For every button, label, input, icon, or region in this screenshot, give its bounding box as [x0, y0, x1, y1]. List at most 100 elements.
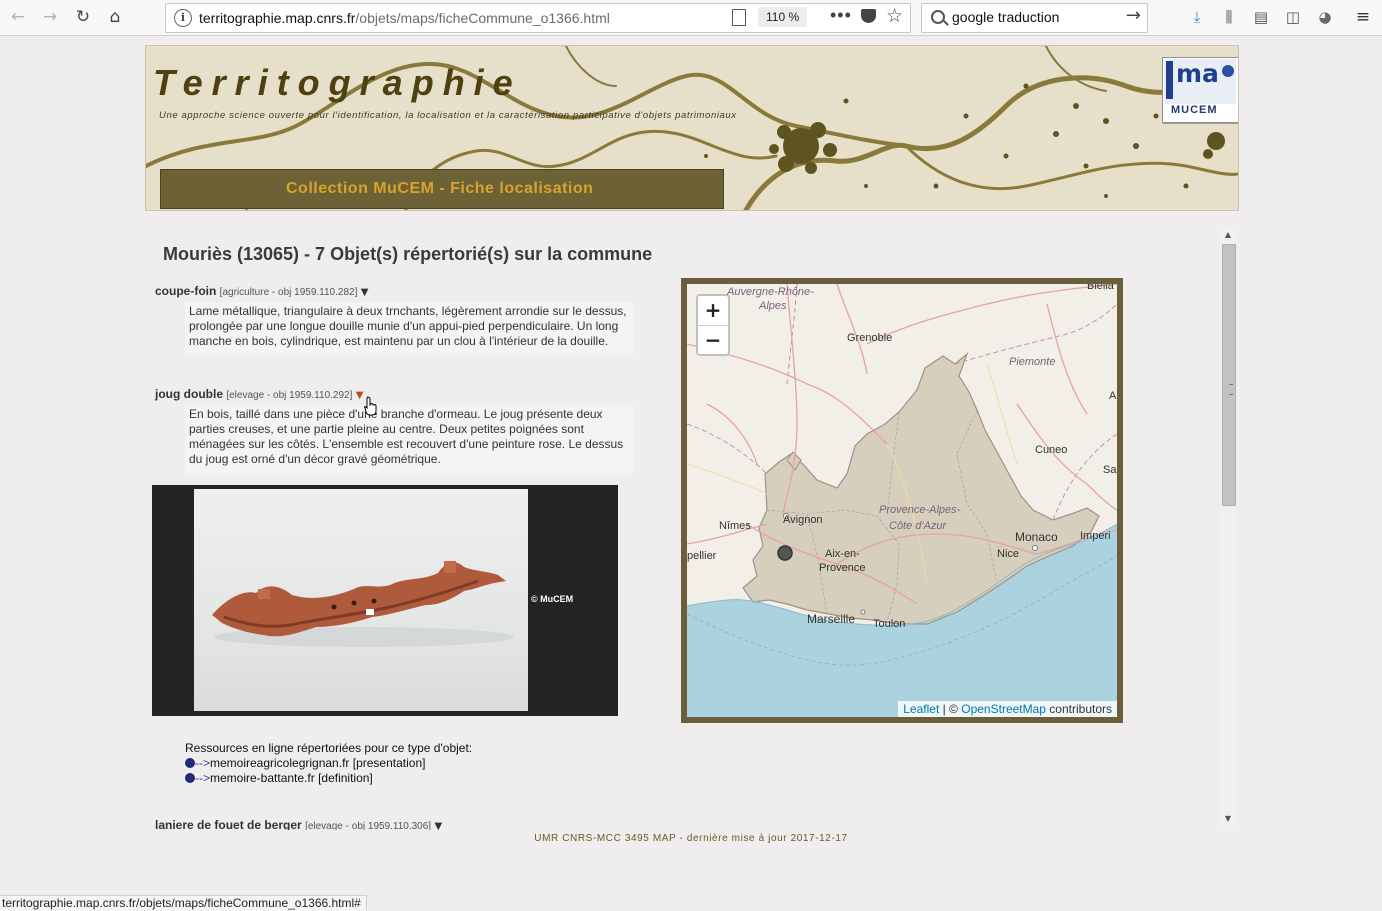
site-title: Territographie — [153, 62, 522, 103]
toggle-arrow-icon[interactable]: ▼ — [361, 287, 369, 298]
map-label: Grenoble — [847, 332, 893, 344]
map-label: Imperi — [1080, 530, 1111, 542]
logo-map-text: ma — [1176, 59, 1219, 88]
scrollbar-thumb[interactable] — [1222, 244, 1236, 506]
photo-copyright: © MuCEM — [531, 594, 574, 604]
map-cnrs-logo: ma — [1164, 59, 1236, 104]
map-label: Piemonte — [1009, 356, 1056, 368]
reading-list-icon[interactable]: ▤ — [1250, 6, 1272, 28]
map-label: Provence-Alpes- — [879, 504, 961, 516]
site-info-icon[interactable]: i — [174, 9, 192, 27]
resource-link[interactable]: -->memoire-battante.fr [definition] — [185, 771, 472, 786]
object-description: Lame métallique, triangulaire à deux trn… — [185, 302, 633, 355]
url-bar[interactable]: i territographie.map.cnrs.fr/objets/maps… — [165, 3, 911, 33]
map-attribution: Leaflet | © OpenStreetMap contributors — [898, 701, 1117, 717]
scroll-down-arrow-icon[interactable]: ▼ — [1220, 812, 1236, 826]
content-area: Mouriès (13065) - 7 Objet(s) répertorié(… — [145, 226, 1237, 830]
bookmark-star-icon[interactable]: ☆ — [886, 5, 903, 27]
bullet-icon — [185, 773, 195, 783]
object-meta: [agriculture - obj 1959.110.282] — [219, 287, 358, 298]
object-entry: coupe-foin [agriculture - obj 1959.110.2… — [155, 284, 635, 355]
map-tiles — [687, 284, 1117, 717]
map-label: pellier — [687, 550, 717, 562]
url-text[interactable]: territographie.map.cnrs.fr/objets/maps/f… — [199, 10, 610, 26]
toggle-arrow-icon[interactable]: ▼ — [356, 390, 364, 401]
toggle-arrow-icon[interactable]: ▼ — [434, 821, 442, 830]
zoom-level-badge[interactable]: 110 % — [758, 7, 808, 27]
menu-hamburger-icon[interactable]: ≡ — [1352, 6, 1374, 28]
search-go-arrow-icon[interactable]: → — [1126, 5, 1141, 26]
status-bar-url: territographie.map.cnrs.fr/objets/maps/f… — [0, 895, 367, 911]
map-label: Auvergne-Rhône- — [727, 286, 814, 298]
bullet-icon — [185, 758, 195, 768]
photo-image — [194, 489, 528, 711]
mucem-logo: MUCEM — [1171, 104, 1218, 116]
map-label: Toulon — [873, 618, 906, 630]
object-meta: [elevage - obj 1959.110.292] — [226, 390, 353, 401]
resource-kind: [presentation] — [352, 756, 426, 770]
map-label: Alpes — [759, 300, 787, 312]
object-name: coupe-foin — [155, 284, 217, 298]
map-label: Marseille — [807, 612, 856, 626]
object-entry: joug double [elevage - obj 1959.110.292]… — [155, 387, 635, 473]
object-meta: [elevage - obj 1959.110.306] — [305, 821, 432, 830]
resource-arrow: --> — [195, 756, 210, 770]
object-name: laniere de fouet de berger — [155, 818, 302, 830]
map-label: Monaco — [1015, 530, 1058, 544]
scroll-up-arrow-icon[interactable]: ▲ — [1220, 228, 1236, 242]
search-bar[interactable]: → — [921, 3, 1148, 33]
download-icon[interactable]: ⤓ — [1186, 6, 1208, 28]
library-icon[interactable]: ⫼ — [1218, 6, 1240, 28]
cnrs-logo-icon — [1222, 65, 1234, 77]
leaflet-map[interactable]: + − Auvergne-Rhône- Alpes Grenoble Piemo… — [681, 278, 1123, 723]
page-footer: UMR CNRS-MCC 3495 MAP - dernière mise à … — [534, 833, 848, 844]
forward-arrow-icon[interactable]: → — [37, 4, 63, 30]
map-label: A — [1109, 390, 1117, 402]
search-input[interactable] — [952, 8, 1112, 26]
hand-cursor-icon — [364, 396, 377, 416]
map-label: Sa — [1103, 464, 1117, 476]
reader-view-icon[interactable] — [732, 9, 746, 26]
partner-logos: ma MUCEM — [1162, 57, 1238, 123]
object-header: joug double [elevage - obj 1959.110.292]… — [155, 387, 635, 401]
map-label: Côte d'Azur — [889, 520, 947, 532]
resource-kind: [definition] — [318, 771, 373, 785]
resources-heading: Ressources en ligne répertoriées pour ce… — [185, 741, 473, 755]
object-name: joug double — [155, 387, 223, 401]
collection-bar: Collection MuCEM - Fiche localisation — [160, 169, 724, 209]
reload-icon[interactable]: ↻ — [70, 4, 96, 30]
extension-icon[interactable]: ◕ — [1314, 6, 1336, 28]
resource-site[interactable]: memoire-battante.fr — [210, 771, 315, 785]
attribution-contributors: contributors — [1045, 702, 1112, 716]
resource-link[interactable]: -->memoireagricolegrignan.fr [presentati… — [185, 756, 472, 771]
object-entry: laniere de fouet de berger [elevage - ob… — [155, 818, 442, 830]
attribution-separator: | © — [939, 702, 962, 716]
resource-site[interactable]: memoireagricolegrignan.fr — [210, 756, 349, 770]
sidebar-icon[interactable]: ◫ — [1282, 6, 1304, 28]
map-label: Biella — [1087, 280, 1114, 292]
map-label: Provence — [819, 562, 866, 574]
map-label: Cuneo — [1035, 444, 1068, 456]
back-arrow-icon[interactable]: ← — [5, 4, 31, 30]
zoom-out-button[interactable]: − — [698, 326, 728, 355]
object-description: En bois, taillé dans une pièce d'une bra… — [185, 405, 633, 473]
page-actions-icon[interactable]: ••• — [830, 5, 852, 26]
resources-block: Ressources en ligne répertoriées pour ce… — [185, 741, 472, 786]
collection-label: Collection MuCEM - Fiche localisation — [286, 180, 594, 197]
map-zoom-control: + − — [696, 294, 730, 356]
map-label: Aix-en- — [825, 548, 860, 560]
leaflet-link[interactable]: Leaflet — [903, 702, 939, 716]
map-label: Avignon — [783, 514, 823, 526]
home-icon[interactable]: ⌂ — [102, 4, 128, 30]
pocket-icon[interactable] — [861, 9, 876, 23]
vertical-scrollbar[interactable]: ▲ ▼ — [1220, 228, 1236, 826]
site-subtitle: Une approche science ouverte pour l'iden… — [159, 110, 737, 121]
object-header: coupe-foin [agriculture - obj 1959.110.2… — [155, 284, 635, 298]
url-path: /objets/maps/ficheCommune_o1366.html — [355, 10, 610, 26]
openstreetmap-link[interactable]: OpenStreetMap — [961, 702, 1046, 716]
zoom-in-button[interactable]: + — [698, 296, 728, 326]
commune-title: Mouriès (13065) - 7 Objet(s) répertorié(… — [163, 244, 653, 264]
object-photo[interactable]: © MuCEM — [152, 485, 618, 716]
search-icon — [931, 10, 945, 24]
yoke-illustration — [212, 561, 514, 647]
